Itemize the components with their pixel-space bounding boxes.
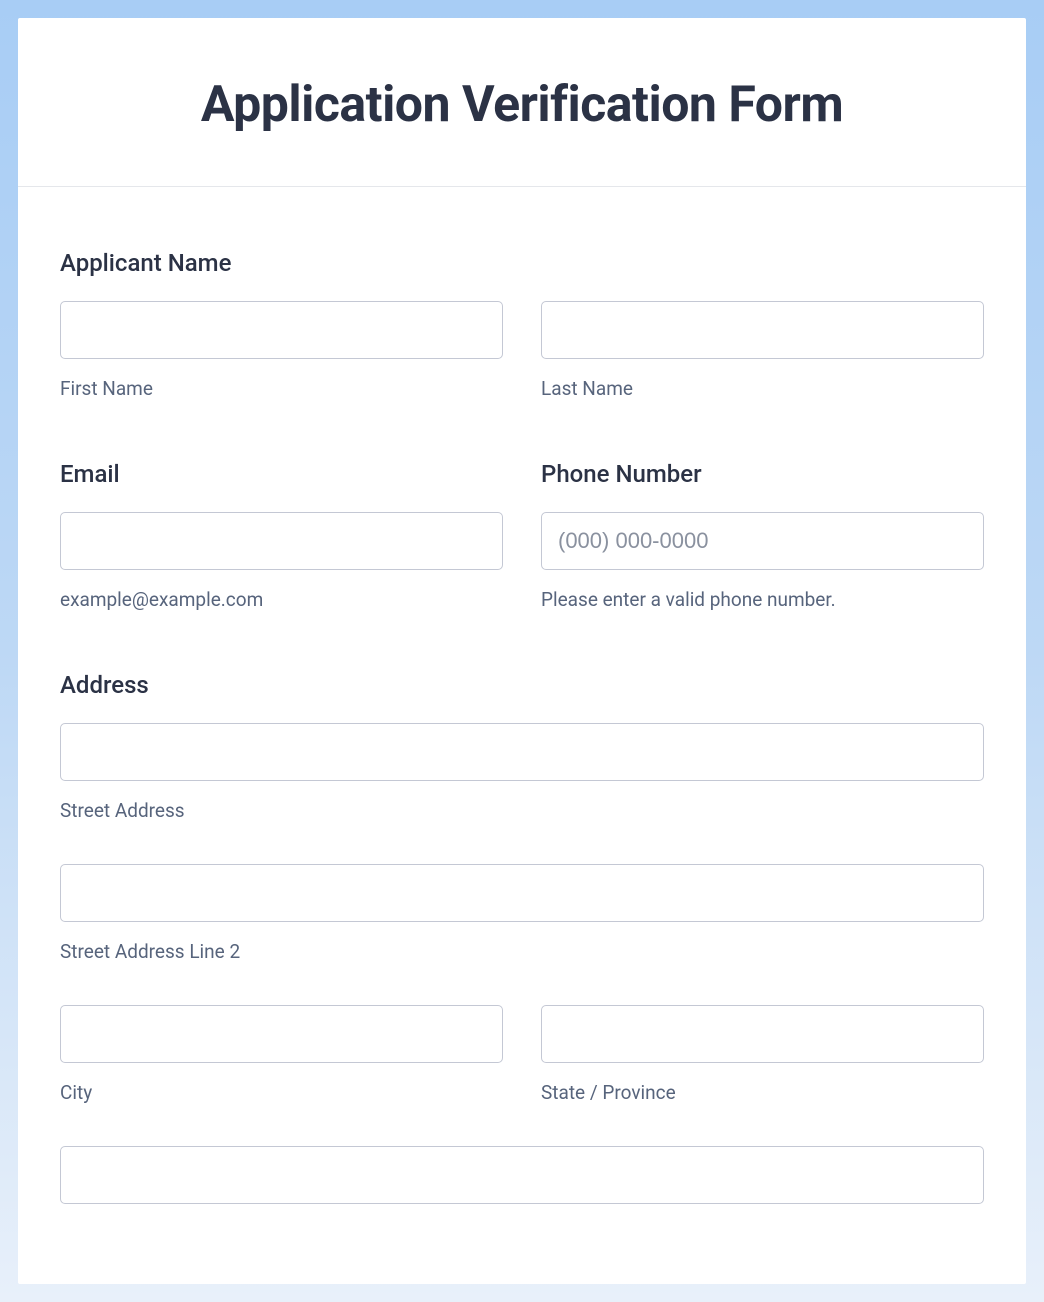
phone-sublabel: Please enter a valid phone number. [541, 588, 984, 611]
applicant-name-label: Applicant Name [60, 249, 984, 277]
page-title: Application Verification Form [58, 76, 986, 134]
street-address-2-input[interactable] [60, 864, 984, 922]
address-section: Address Street Address Street Address Li… [60, 671, 984, 1204]
city-input[interactable] [60, 1005, 503, 1063]
email-input[interactable] [60, 512, 503, 570]
city-sublabel: City [60, 1081, 503, 1104]
postal-input[interactable] [60, 1146, 984, 1204]
form-container: Application Verification Form Applicant … [18, 18, 1026, 1284]
email-sublabel: example@example.com [60, 588, 503, 611]
contact-section: Email example@example.com Phone Number P… [60, 460, 984, 611]
first-name-sublabel: First Name [60, 377, 503, 400]
last-name-input[interactable] [541, 301, 984, 359]
state-input[interactable] [541, 1005, 984, 1063]
form-body: Applicant Name First Name Last Name Emai… [18, 187, 1026, 1284]
phone-input[interactable] [541, 512, 984, 570]
applicant-name-section: Applicant Name First Name Last Name [60, 249, 984, 400]
last-name-sublabel: Last Name [541, 377, 984, 400]
form-header: Application Verification Form [18, 18, 1026, 187]
street-address-input[interactable] [60, 723, 984, 781]
street-address-sublabel: Street Address [60, 799, 984, 822]
address-label: Address [60, 671, 984, 699]
first-name-input[interactable] [60, 301, 503, 359]
street-address-2-sublabel: Street Address Line 2 [60, 940, 984, 963]
phone-label: Phone Number [541, 460, 984, 488]
email-label: Email [60, 460, 503, 488]
state-sublabel: State / Province [541, 1081, 984, 1104]
